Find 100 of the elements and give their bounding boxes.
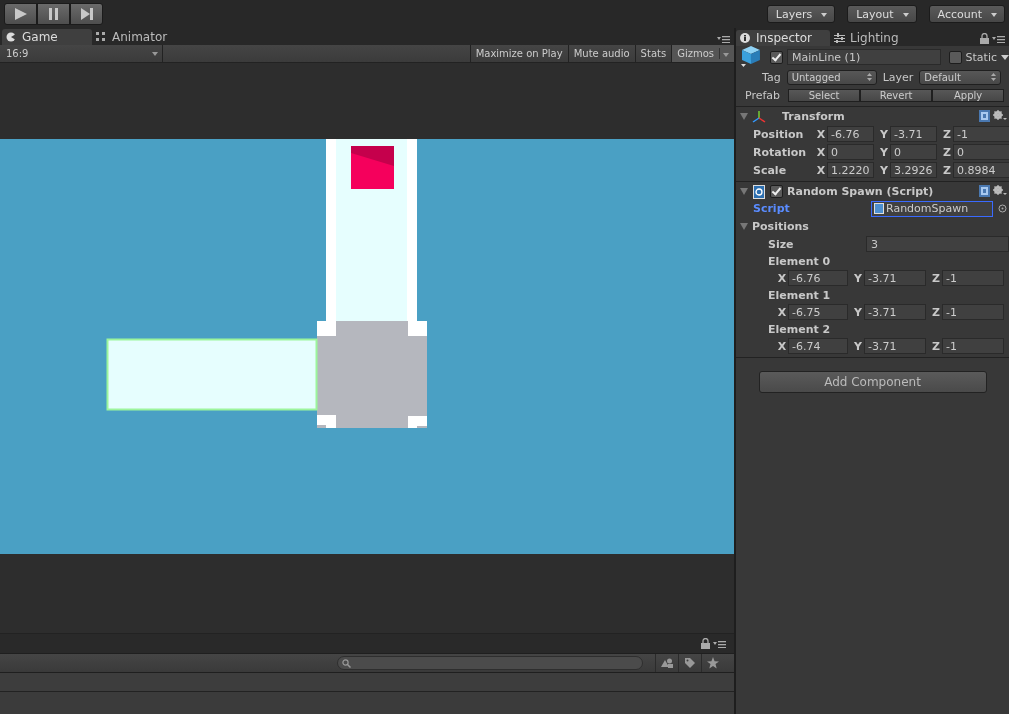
play-button[interactable] xyxy=(4,3,37,25)
script-icon xyxy=(752,184,766,199)
tag-icon xyxy=(684,657,696,669)
number-field[interactable]: -6.76 xyxy=(788,270,848,286)
number-field[interactable]: -3.71 xyxy=(890,126,937,142)
axis-label: Z xyxy=(931,271,941,285)
axis-label: X xyxy=(776,339,788,353)
search-field[interactable] xyxy=(337,656,643,670)
step-icon xyxy=(79,7,94,21)
prefab-button[interactable]: Revert xyxy=(860,88,933,102)
axes-icon xyxy=(752,109,766,124)
menu-icon xyxy=(992,34,1005,43)
axis-label: X xyxy=(815,145,827,159)
number-field[interactable]: 1.2220 xyxy=(827,162,874,178)
toolbar-button[interactable]: Maximize on Play xyxy=(469,45,568,62)
prefab-button[interactable]: Apply xyxy=(932,88,1005,102)
axis-label: X xyxy=(815,127,827,141)
panel-tab[interactable]: Lighting xyxy=(830,30,924,46)
star-icon xyxy=(707,657,719,669)
step-button[interactable] xyxy=(70,3,103,25)
field-label: Size xyxy=(768,237,795,251)
axis-label: Y xyxy=(853,305,863,319)
number-field[interactable]: -1 xyxy=(942,304,1004,320)
name-field[interactable]: MainLine (1) xyxy=(786,49,941,65)
axis-label: Z xyxy=(942,127,952,141)
panel-tab[interactable]: Game xyxy=(2,29,92,45)
checkbox[interactable] xyxy=(770,185,783,198)
component-title: Random Spawn (Script) xyxy=(787,185,934,198)
number-field[interactable]: -6.74 xyxy=(788,338,848,354)
number-field[interactable]: 3.2926 xyxy=(890,162,937,178)
number-field[interactable]: 0 xyxy=(827,144,874,160)
sliders-icon xyxy=(834,33,845,43)
axis-label: Y xyxy=(879,145,889,159)
script-icon xyxy=(874,203,884,214)
checkbox[interactable] xyxy=(769,50,783,64)
number-field[interactable]: 0 xyxy=(953,144,1009,160)
dropdown[interactable]: Account xyxy=(928,5,1005,23)
menu-icon xyxy=(717,35,730,43)
number-field[interactable]: -1 xyxy=(942,270,1004,286)
axis-label: Z xyxy=(931,305,941,319)
search-icon xyxy=(342,658,351,668)
shapes-icon xyxy=(661,658,673,668)
field-label: Position xyxy=(753,127,805,141)
game-icon xyxy=(6,32,17,42)
panel-tab[interactable]: Animator xyxy=(92,29,182,45)
help-icon xyxy=(979,185,990,197)
number-field[interactable]: 3 xyxy=(865,236,1009,252)
prefab-label: Prefab xyxy=(745,88,781,102)
toolbar-button[interactable]: Mute audio xyxy=(567,45,635,62)
fold-arrow[interactable] xyxy=(740,222,748,230)
stepper-icon xyxy=(991,72,997,81)
caret-icon xyxy=(1001,54,1009,60)
number-field[interactable]: -1 xyxy=(942,338,1004,354)
number-field[interactable]: -3.71 xyxy=(864,304,926,320)
axis-label: Y xyxy=(879,163,889,177)
menu-icon xyxy=(713,639,726,648)
object-field[interactable]: RandomSpawn xyxy=(871,200,993,217)
axis-label: X xyxy=(776,305,788,319)
tag-dropdown[interactable]: Untagged xyxy=(786,69,877,85)
prefab-button[interactable]: Select xyxy=(788,88,861,102)
aspect-dropdown[interactable]: 16:9 xyxy=(0,45,163,62)
number-field[interactable]: -1 xyxy=(953,126,1009,142)
field-label: Positions xyxy=(752,219,809,233)
play-icon xyxy=(13,7,28,21)
axis-label: Y xyxy=(853,271,863,285)
axis-label: Y xyxy=(853,339,863,353)
number-field[interactable]: -3.71 xyxy=(864,338,926,354)
number-field[interactable]: -6.75 xyxy=(788,304,848,320)
axis-label: Z xyxy=(931,339,941,353)
add-component-button[interactable]: Add Component xyxy=(758,371,987,393)
pause-icon xyxy=(46,7,61,21)
field-label: Element 2 xyxy=(768,322,831,336)
toolbar-button[interactable]: Gizmos xyxy=(671,45,734,62)
layer-dropdown[interactable]: Default xyxy=(919,69,1002,85)
layer-label: Layer xyxy=(882,70,914,84)
grid-icon xyxy=(96,32,107,42)
fold-arrow[interactable] xyxy=(740,113,748,120)
pause-button[interactable] xyxy=(37,3,70,25)
axis-label: X xyxy=(815,163,827,177)
info-icon xyxy=(740,33,751,43)
gear-icon xyxy=(993,110,1007,121)
number-field[interactable]: -3.71 xyxy=(864,270,926,286)
axis-label: Z xyxy=(942,145,952,159)
cube-icon xyxy=(740,45,762,69)
field-label: Element 0 xyxy=(768,254,831,268)
number-field[interactable]: -6.76 xyxy=(827,126,874,142)
dropdown[interactable]: Layout xyxy=(847,5,917,23)
caret-icon xyxy=(723,53,729,57)
tag-label: Tag xyxy=(762,70,781,84)
panel-tab[interactable]: Inspector xyxy=(736,30,830,46)
stepper-icon xyxy=(866,72,872,81)
field-label: Scale xyxy=(753,163,788,177)
number-field[interactable]: 0 xyxy=(890,144,937,160)
checkbox[interactable] xyxy=(948,50,962,64)
number-field[interactable]: 0.8984 xyxy=(953,162,1009,178)
gear-icon xyxy=(993,185,1007,196)
axis-label: Y xyxy=(879,127,889,141)
dropdown[interactable]: Layers xyxy=(766,5,836,23)
target-icon xyxy=(998,204,1007,213)
lock-icon xyxy=(980,33,989,44)
